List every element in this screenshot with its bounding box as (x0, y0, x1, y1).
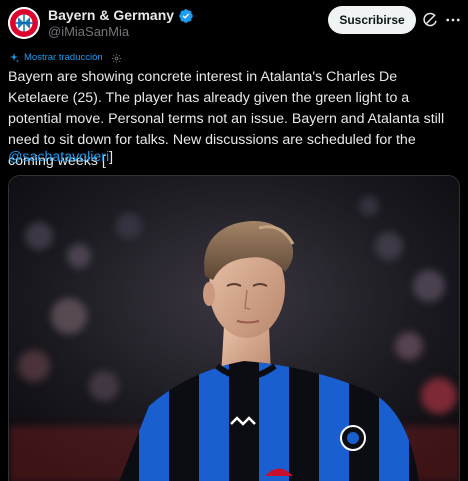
show-translation-label[interactable]: Mostrar traducción (24, 52, 103, 64)
author-handle[interactable]: @iMiaSanMia (48, 24, 129, 40)
display-name[interactable]: Bayern & Germany (48, 7, 174, 24)
grok-icon[interactable] (421, 11, 439, 29)
tweet-photo[interactable] (8, 175, 460, 481)
more-options-icon[interactable] (444, 11, 462, 29)
mention-link[interactable]: @sachatavolieri (8, 149, 109, 165)
mention-line: @sachatavolieri] (8, 147, 113, 168)
author-name-row[interactable]: Bayern & Germany (48, 7, 194, 24)
gear-icon[interactable] (111, 53, 122, 64)
verified-badge-icon (179, 8, 193, 23)
subscribe-button[interactable]: Suscribirse (328, 6, 416, 34)
avatar[interactable] (8, 7, 40, 39)
tweet: Bayern & Germany @iMiaSanMia Suscribirse… (0, 0, 468, 481)
translate-sparkle-icon (10, 53, 19, 63)
show-translation-link[interactable]: Mostrar traducción (8, 52, 122, 64)
player-photo-illustration (9, 176, 459, 481)
closing-bracket: ] (109, 149, 114, 165)
bayern-crest-icon (8, 7, 40, 39)
